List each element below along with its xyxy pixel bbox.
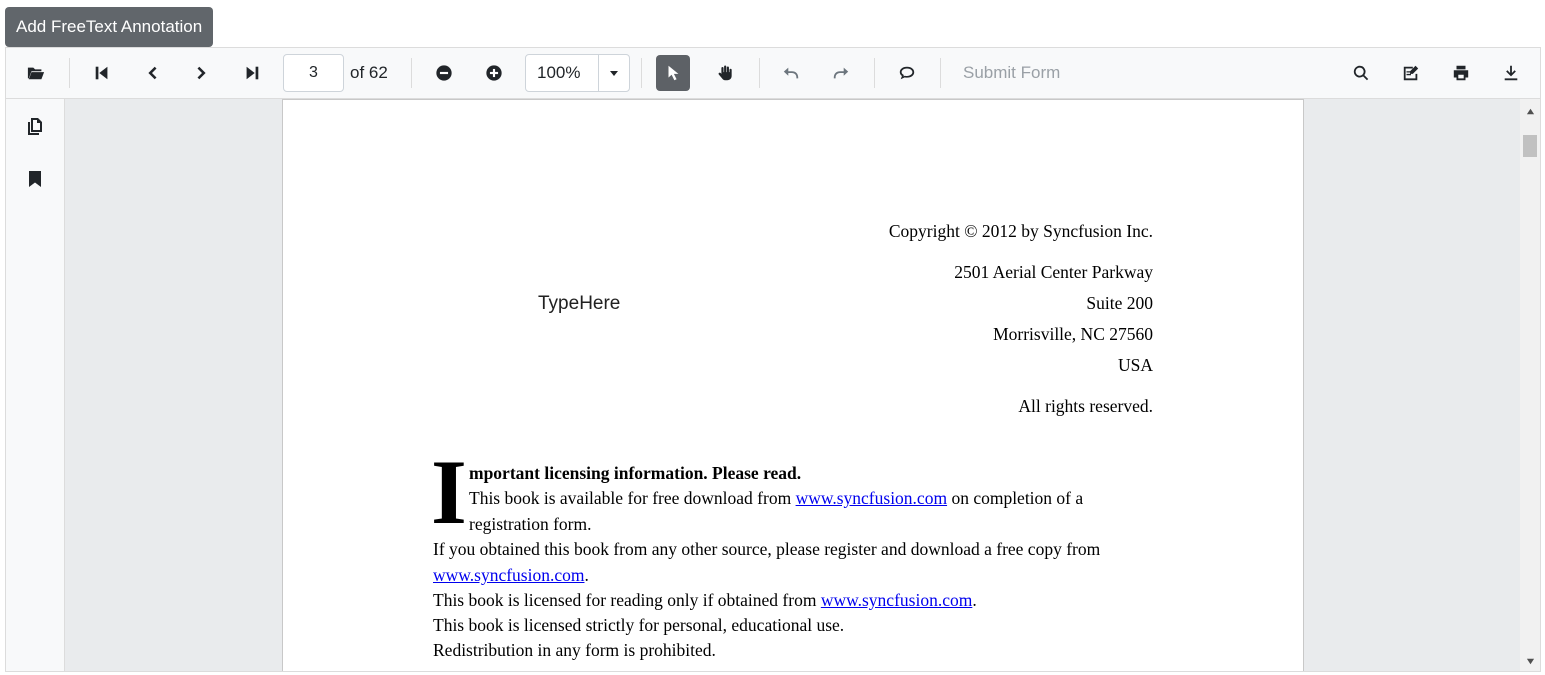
zoom-out-icon [436,65,452,81]
triangle-up-icon [1526,108,1534,114]
undo-icon [783,67,799,79]
bookmarks-button[interactable] [18,162,52,196]
zoom-dropdown[interactable]: 100% [525,54,630,92]
open-file-button[interactable] [19,55,53,91]
zoom-out-button[interactable] [427,55,461,91]
first-page-button[interactable] [85,55,119,91]
comment-icon [899,66,915,80]
zoom-dropdown-toggle[interactable] [598,55,629,91]
next-page-button[interactable] [185,55,219,91]
address-line: USA [1117,355,1153,375]
page-thumbnails-button[interactable] [18,109,52,143]
page-thumbnails-icon [28,118,42,135]
pan-tool-button[interactable] [708,55,742,91]
current-page-input[interactable] [283,54,344,92]
drop-cap: I [431,441,467,543]
rights-line: All rights reserved. [1018,396,1153,416]
text-select-tool-button[interactable] [656,55,690,91]
hand-icon [718,65,732,81]
body-line: This book is licensed strictly for perso… [433,615,845,635]
scrollbar-thumb[interactable] [1523,135,1537,157]
print-icon [1453,65,1469,81]
total-pages-label: of 62 [350,63,388,82]
scroll-down-arrow[interactable] [1520,651,1540,671]
edit-annotation-button[interactable] [1394,55,1428,91]
undo-button[interactable] [774,55,808,91]
previous-page-button[interactable] [135,55,169,91]
last-page-button[interactable] [235,55,269,91]
syncfusion-link[interactable]: www.syncfusion.com [796,488,947,508]
redo-button[interactable] [824,55,858,91]
first-page-icon [95,66,108,80]
pdf-page: Copyright © 2012 by Syncfusion Inc. 2501… [282,99,1304,671]
caret-down-icon [610,71,618,76]
copyright-line: Copyright © 2012 by Syncfusion Inc. [888,221,1153,241]
body-line: This book is licensed for reading only i… [433,590,977,610]
cursor-arrow-icon [668,65,679,81]
body-line: registration form. [469,514,592,534]
search-icon [1353,65,1369,81]
triangle-down-icon [1526,658,1534,664]
body-line: This book is available for free download… [469,488,1084,508]
download-button[interactable] [1494,55,1528,91]
folder-open-icon [27,67,45,80]
pdf-viewer: of 62 100% Su [5,47,1541,672]
address-line: Morrisville, NC 27560 [993,324,1153,344]
scroll-up-arrow[interactable] [1520,101,1540,121]
add-freetext-annotation-button[interactable]: Add FreeText Annotation [5,7,214,47]
body-line: www.syncfusion.com. [433,565,589,585]
syncfusion-link[interactable]: www.syncfusion.com [433,565,584,585]
download-icon [1504,65,1518,81]
submit-form-button[interactable]: Submit Form [963,48,1060,98]
chevron-right-icon [197,66,206,80]
licensing-heading: mportant licensing information. Please r… [469,463,802,483]
edit-annotation-icon [1403,65,1419,81]
comment-panel-button[interactable] [890,55,924,91]
syncfusion-link[interactable]: www.syncfusion.com [821,590,972,610]
address-line: Suite 200 [1086,293,1153,313]
zoom-in-icon [486,65,502,81]
redo-icon [833,67,849,79]
vertical-scrollbar[interactable] [1520,99,1540,671]
body-line: If you obtained this book from any other… [433,539,1101,559]
chevron-left-icon [148,66,157,80]
search-button[interactable] [1344,55,1378,91]
bookmark-icon [29,171,41,187]
zoom-in-button[interactable] [477,55,511,91]
last-page-icon [246,66,259,80]
address-line: 2501 Aerial Center Parkway [954,262,1153,282]
body-line: Redistribution in any form is prohibited… [433,640,716,660]
freetext-annotation[interactable]: TypeHere [538,293,620,315]
viewer-toolbar: of 62 100% Su [6,48,1540,99]
print-button[interactable] [1444,55,1478,91]
zoom-value: 100% [537,63,581,82]
navigation-sidebar [6,99,65,671]
